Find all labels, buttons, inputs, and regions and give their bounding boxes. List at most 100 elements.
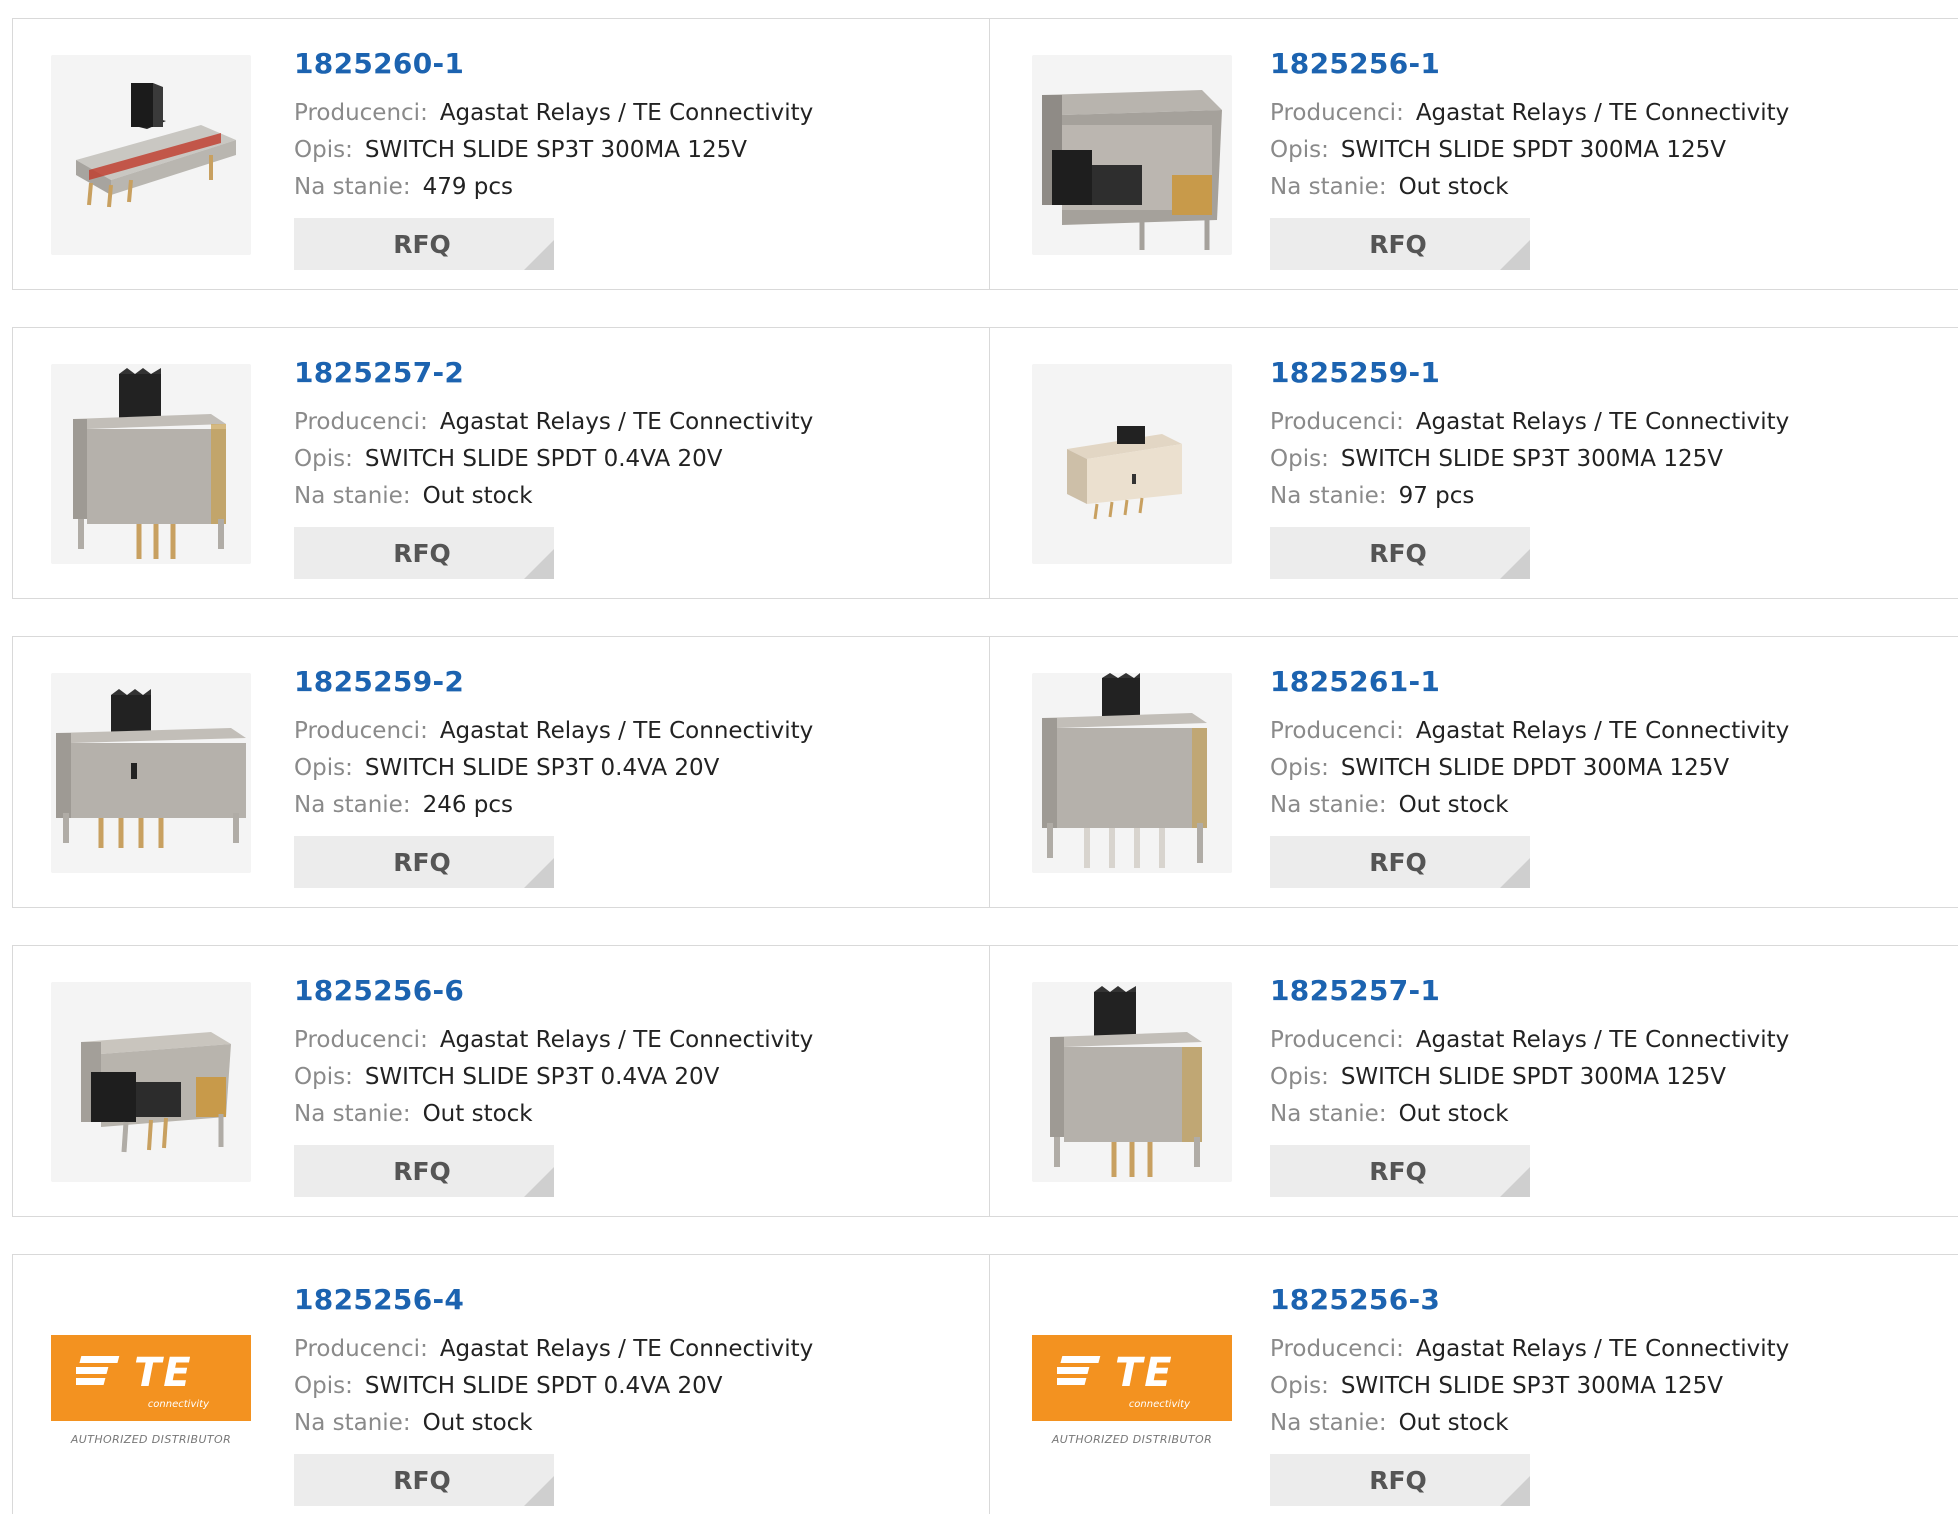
product-grid: 1825260-1 Producenci: Agastat Relays / TE… <box>12 18 1958 1514</box>
part-number-link[interactable]: 1825261-1 <box>1270 665 1789 699</box>
description-label: Opis: <box>1270 137 1329 163</box>
rfq-button[interactable]: RFQ <box>1270 218 1530 270</box>
authorized-distributor-caption: AUTHORIZED DISTRIBUTOR <box>1051 1433 1213 1446</box>
part-number-link[interactable]: 1825256-4 <box>294 1283 813 1317</box>
description-value: SWITCH SLIDE SP3T 0.4VA 20V <box>364 755 720 781</box>
manufacturer-label: Producenci: <box>1270 1027 1404 1053</box>
stock-value: Out stock <box>1398 1101 1509 1127</box>
te-mark-icon: TE <box>1046 1350 1174 1396</box>
manufacturer-value: Agastat Relays / TE Connectivity <box>1415 1336 1790 1362</box>
stock-label: Na stanie: <box>294 1410 411 1436</box>
product-image[interactable] <box>51 364 251 564</box>
manufacturer-value: Agastat Relays / TE Connectivity <box>1415 409 1790 435</box>
svg-text:TE: TE <box>1115 1350 1174 1396</box>
product-image[interactable] <box>51 982 251 1182</box>
stock-value: Out stock <box>1398 1410 1509 1436</box>
manufacturer-value: Agastat Relays / TE Connectivity <box>439 1336 814 1362</box>
manufacturer-label: Producenci: <box>294 100 428 126</box>
rfq-button[interactable]: RFQ <box>294 1145 554 1197</box>
rfq-label: RFQ <box>1369 1156 1427 1186</box>
description-label: Opis: <box>294 137 353 163</box>
stock-value: Out stock <box>422 1101 533 1127</box>
stock-label: Na stanie: <box>1270 1410 1387 1436</box>
product-image[interactable] <box>1032 364 1232 564</box>
product-image[interactable] <box>1032 673 1232 873</box>
part-number-link[interactable]: 1825256-6 <box>294 974 813 1008</box>
rfq-button[interactable]: RFQ <box>1270 1454 1530 1506</box>
manufacturer-label: Producenci: <box>294 1336 428 1362</box>
description-label: Opis: <box>294 1373 353 1399</box>
rfq-button[interactable]: RFQ <box>1270 527 1530 579</box>
te-logo-icon: TE connectivity <box>51 1335 251 1421</box>
product-card: 1825256-6 Producenci: Agastat Relays / TE… <box>12 945 990 1217</box>
stock-label: Na stanie: <box>294 792 411 818</box>
description-value: SWITCH SLIDE SP3T 0.4VA 20V <box>364 1064 720 1090</box>
product-card: 1825259-2 Producenci: Agastat Relays / TE… <box>12 636 990 908</box>
rfq-button[interactable]: RFQ <box>294 218 554 270</box>
stock-label: Na stanie: <box>294 1101 411 1127</box>
corner-triangle-icon <box>1500 549 1530 579</box>
part-number-link[interactable]: 1825259-2 <box>294 665 813 699</box>
stock-label: Na stanie: <box>294 483 411 509</box>
rfq-button[interactable]: RFQ <box>294 1454 554 1506</box>
corner-triangle-icon <box>1500 1167 1530 1197</box>
manufacturer-label: Producenci: <box>294 1027 428 1053</box>
description-label: Opis: <box>294 755 353 781</box>
part-number-link[interactable]: 1825257-1 <box>1270 974 1789 1008</box>
rfq-label: RFQ <box>393 229 451 259</box>
product-image[interactable] <box>1032 982 1232 1182</box>
corner-triangle-icon <box>524 1476 554 1506</box>
stock-label: Na stanie: <box>294 174 411 200</box>
description-value: SWITCH SLIDE DPDT 300MA 125V <box>1340 755 1730 781</box>
stock-value: 479 pcs <box>422 174 514 200</box>
manufacturer-value: Agastat Relays / TE Connectivity <box>1415 100 1790 126</box>
svg-text:TE: TE <box>134 1350 193 1396</box>
part-number-link[interactable]: 1825259-1 <box>1270 356 1789 390</box>
part-number-link[interactable]: 1825257-2 <box>294 356 813 390</box>
rfq-button[interactable]: RFQ <box>294 527 554 579</box>
description-label: Opis: <box>294 446 353 472</box>
stock-value: 97 pcs <box>1398 483 1475 509</box>
stock-label: Na stanie: <box>1270 174 1387 200</box>
description-label: Opis: <box>1270 446 1329 472</box>
manufacturer-label: Producenci: <box>1270 409 1404 435</box>
rfq-label: RFQ <box>393 1156 451 1186</box>
description-label: Opis: <box>1270 1373 1329 1399</box>
product-card: 1825259-1 Producenci: Agastat Relays / TE… <box>990 327 1958 599</box>
rfq-button[interactable]: RFQ <box>1270 836 1530 888</box>
stock-value: Out stock <box>1398 792 1509 818</box>
description-value: SWITCH SLIDE SPDT 0.4VA 20V <box>364 1373 723 1399</box>
te-logo-sub: connectivity <box>147 1399 209 1410</box>
description-value: SWITCH SLIDE SP3T 300MA 125V <box>364 137 747 163</box>
manufacturer-value: Agastat Relays / TE Connectivity <box>439 1027 814 1053</box>
te-logo-icon: TE connectivity <box>1032 1335 1232 1421</box>
rfq-label: RFQ <box>1369 847 1427 877</box>
rfq-button[interactable]: RFQ <box>1270 1145 1530 1197</box>
product-image[interactable] <box>51 55 251 255</box>
stock-value: Out stock <box>422 483 533 509</box>
stock-label: Na stanie: <box>1270 1101 1387 1127</box>
product-image[interactable] <box>1032 55 1232 255</box>
part-number-link[interactable]: 1825256-1 <box>1270 47 1789 81</box>
product-card: 1825261-1 Producenci: Agastat Relays / TE… <box>990 636 1958 908</box>
description-label: Opis: <box>1270 1064 1329 1090</box>
authorized-distributor-caption: AUTHORIZED DISTRIBUTOR <box>70 1433 232 1446</box>
manufacturer-value: Agastat Relays / TE Connectivity <box>439 718 814 744</box>
manufacturer-label: Producenci: <box>1270 1336 1404 1362</box>
manufacturer-value: Agastat Relays / TE Connectivity <box>439 409 814 435</box>
product-card: TE connectivity AUTHORIZED DISTRIBUTOR 1… <box>990 1254 1958 1514</box>
description-value: SWITCH SLIDE SPDT 0.4VA 20V <box>364 446 723 472</box>
product-image[interactable] <box>51 673 251 873</box>
part-number-link[interactable]: 1825260-1 <box>294 47 813 81</box>
product-image[interactable]: TE connectivity AUTHORIZED DISTRIBUTOR <box>51 1291 251 1491</box>
part-number-link[interactable]: 1825256-3 <box>1270 1283 1789 1317</box>
product-card: 1825257-2 Producenci: Agastat Relays / TE… <box>12 327 990 599</box>
manufacturer-value: Agastat Relays / TE Connectivity <box>1415 1027 1790 1053</box>
description-value: SWITCH SLIDE SPDT 300MA 125V <box>1340 137 1727 163</box>
rfq-label: RFQ <box>393 1465 451 1495</box>
te-mark-icon: TE <box>65 1350 193 1396</box>
stock-label: Na stanie: <box>1270 792 1387 818</box>
product-image[interactable]: TE connectivity AUTHORIZED DISTRIBUTOR <box>1032 1291 1232 1491</box>
rfq-label: RFQ <box>1369 1465 1427 1495</box>
rfq-button[interactable]: RFQ <box>294 836 554 888</box>
